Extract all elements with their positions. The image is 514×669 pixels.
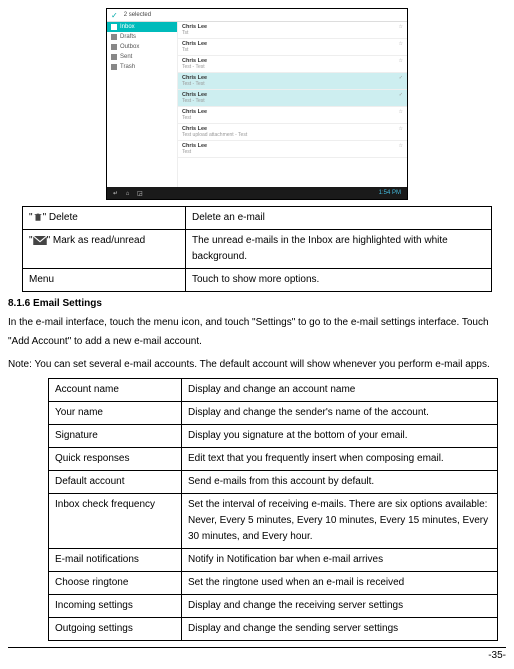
setting-desc: Set the interval of receiving e-mails. T… <box>182 494 498 549</box>
email-row[interactable]: Chris LeeTest - Test✓ <box>178 73 407 90</box>
settings-table: Account nameDisplay and change an accoun… <box>48 378 498 641</box>
body-paragraph: Note: You can set several e-mail account… <box>8 355 506 374</box>
table-row: Account nameDisplay and change an accoun… <box>49 379 498 402</box>
cell-menu-label: Menu <box>23 269 186 292</box>
setting-name: Choose ringtone <box>49 572 182 595</box>
setting-name: Inbox check frequency <box>49 494 182 549</box>
setting-desc: Send e-mails from this account by defaul… <box>182 471 498 494</box>
cell-markread-desc: The unread e-mails in the Inbox are high… <box>186 230 492 269</box>
setting-desc: Notify in Notification bar when e-mail a… <box>182 549 498 572</box>
table-row: Default accountSend e-mails from this ac… <box>49 471 498 494</box>
outbox-icon <box>111 44 117 50</box>
nav-recent-icon[interactable]: ◲ <box>137 191 143 197</box>
setting-desc: Display and change an account name <box>182 379 498 402</box>
icon-description-table: "" Delete Delete an e-mail "" Mark as re… <box>22 206 492 292</box>
sidebar-item-sent[interactable]: Sent <box>107 52 177 62</box>
inbox-icon <box>111 24 117 30</box>
setting-desc: Edit text that you frequently insert whe… <box>182 448 498 471</box>
nav-home-icon[interactable]: ⌂ <box>126 191 130 197</box>
sent-icon <box>111 54 117 60</box>
setting-desc: Display and change the receiving server … <box>182 595 498 618</box>
table-row: SignatureDisplay you signature at the bo… <box>49 425 498 448</box>
table-row: Your nameDisplay and change the sender's… <box>49 402 498 425</box>
cell-delete-label: "" Delete <box>23 207 186 230</box>
setting-desc: Set the ringtone used when an e-mail is … <box>182 572 498 595</box>
page-footer: -35- <box>8 647 506 661</box>
ss-sidebar: Inbox Drafts Outbox Sent Trash <box>107 22 178 188</box>
trash-icon <box>111 64 117 70</box>
email-row[interactable]: Chris LeeTst☆ <box>178 39 407 56</box>
setting-desc: Display and change the sending server se… <box>182 618 498 641</box>
email-row[interactable]: Chris LeeTest☆ <box>178 107 407 124</box>
section-heading: 8.1.6 Email Settings <box>8 298 506 309</box>
sidebar-item-trash[interactable]: Trash <box>107 62 177 72</box>
setting-name: Quick responses <box>49 448 182 471</box>
setting-name: Outgoing settings <box>49 618 182 641</box>
ss-system-bar: ↵ ⌂ ◲ 1:54 PM <box>107 187 407 199</box>
setting-name: Account name <box>49 379 182 402</box>
table-row: Inbox check frequencySet the interval of… <box>49 494 498 549</box>
table-row: "" Delete Delete an e-mail <box>23 207 492 230</box>
setting-desc: Display you signature at the bottom of y… <box>182 425 498 448</box>
status-clock: 1:54 PM <box>379 190 401 196</box>
email-row[interactable]: Chris LeeTest upload attachment - Test☆ <box>178 124 407 141</box>
sidebar-item-outbox[interactable]: Outbox <box>107 42 177 52</box>
table-row: Choose ringtoneSet the ringtone used whe… <box>49 572 498 595</box>
page-number: -35- <box>488 650 506 661</box>
email-row[interactable]: Chris LeeTst☆ <box>178 22 407 39</box>
setting-name: Incoming settings <box>49 595 182 618</box>
selection-count: 2 selected <box>124 12 151 18</box>
table-row: Incoming settingsDisplay and change the … <box>49 595 498 618</box>
body-paragraph: In the e-mail interface, touch the menu … <box>8 313 506 351</box>
nav-back-icon[interactable]: ↵ <box>113 191 118 197</box>
table-row: Menu Touch to show more options. <box>23 269 492 292</box>
sidebar-item-drafts[interactable]: Drafts <box>107 32 177 42</box>
table-row: Outgoing settingsDisplay and change the … <box>49 618 498 641</box>
tablet-screenshot: ✓ 2 selected Inbox Drafts Outbox Sent Tr… <box>106 8 408 200</box>
email-row[interactable]: Chris LeeTest - Test✓ <box>178 90 407 107</box>
back-icon[interactable]: ✓ <box>111 11 118 20</box>
setting-name: Your name <box>49 402 182 425</box>
envelope-icon <box>33 236 47 245</box>
cell-menu-desc: Touch to show more options. <box>186 269 492 292</box>
table-row: Quick responsesEdit text that you freque… <box>49 448 498 471</box>
sidebar-item-inbox[interactable]: Inbox <box>107 22 177 32</box>
email-row[interactable]: Chris LeeTest☆ <box>178 141 407 158</box>
trash-icon <box>33 212 43 222</box>
setting-name: Signature <box>49 425 182 448</box>
cell-delete-desc: Delete an e-mail <box>186 207 492 230</box>
drafts-icon <box>111 34 117 40</box>
table-row: "" Mark as read/unread The unread e-mail… <box>23 230 492 269</box>
cell-markread-label: "" Mark as read/unread <box>23 230 186 269</box>
setting-name: Default account <box>49 471 182 494</box>
email-row[interactable]: Chris LeeTest - Test☆ <box>178 56 407 73</box>
email-list: Chris LeeTst☆Chris LeeTst☆Chris LeeTest … <box>178 22 407 188</box>
table-row: E-mail notificationsNotify in Notificati… <box>49 549 498 572</box>
setting-name: E-mail notifications <box>49 549 182 572</box>
ss-action-bar: ✓ 2 selected <box>107 9 407 22</box>
setting-desc: Display and change the sender's name of … <box>182 402 498 425</box>
